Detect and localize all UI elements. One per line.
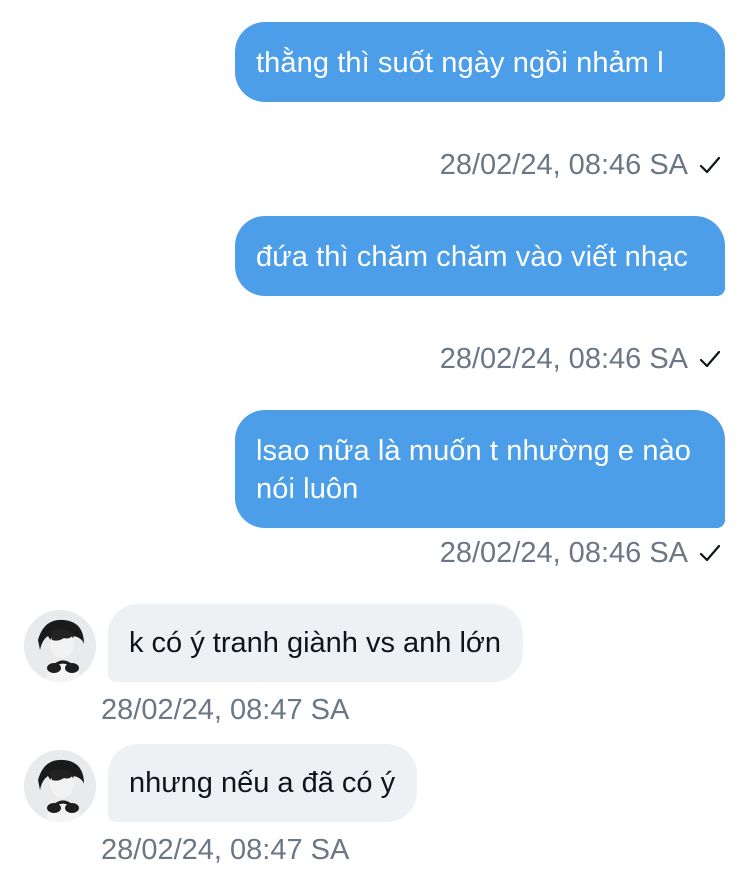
message-bubble-outgoing[interactable]: đứa thì chăm chăm vào viết nhạc [235, 216, 725, 296]
message-text: k có ý tranh giành vs anh lớn [129, 627, 502, 659]
avatar-image [24, 750, 96, 822]
message-timestamp: 28/02/24, 08:47 SA [101, 693, 350, 726]
check-icon [699, 350, 721, 368]
message-meta: 28/02/24, 08:47 SA [101, 830, 349, 870]
avatar[interactable] [24, 750, 96, 822]
check-icon [699, 544, 721, 562]
message-timestamp: 28/02/24, 08:46 SA [439, 536, 688, 569]
message-meta: 28/02/24, 08:47 SA [101, 690, 349, 730]
check-icon [699, 156, 721, 174]
message-timestamp: 28/02/24, 08:46 SA [439, 342, 688, 375]
message-text: lsao nữa là muốn t nhường e nào nói luôn [256, 435, 691, 505]
message-bubble-outgoing[interactable]: lsao nữa là muốn t nhường e nào nói luôn [235, 410, 725, 528]
message-meta: 28/02/24, 08:46 SA [440, 533, 722, 573]
message-text: thằng thì suốt ngày ngồi nhảm l [256, 47, 664, 79]
avatar[interactable] [24, 610, 96, 682]
avatar-image [24, 610, 96, 682]
message-text: nhưng nếu a đã có ý [129, 767, 396, 799]
message-bubble-outgoing[interactable]: thằng thì suốt ngày ngồi nhảm l [235, 22, 725, 102]
message-timestamp: 28/02/24, 08:47 SA [101, 833, 350, 866]
message-bubble-incoming[interactable]: nhưng nếu a đã có ý [108, 744, 418, 822]
message-text: đứa thì chăm chăm vào viết nhạc [256, 241, 688, 273]
message-meta: 28/02/24, 08:46 SA [440, 145, 722, 185]
message-timestamp: 28/02/24, 08:46 SA [439, 148, 688, 181]
message-bubble-incoming[interactable]: k có ý tranh giành vs anh lớn [108, 604, 524, 682]
message-meta: 28/02/24, 08:46 SA [440, 339, 722, 379]
